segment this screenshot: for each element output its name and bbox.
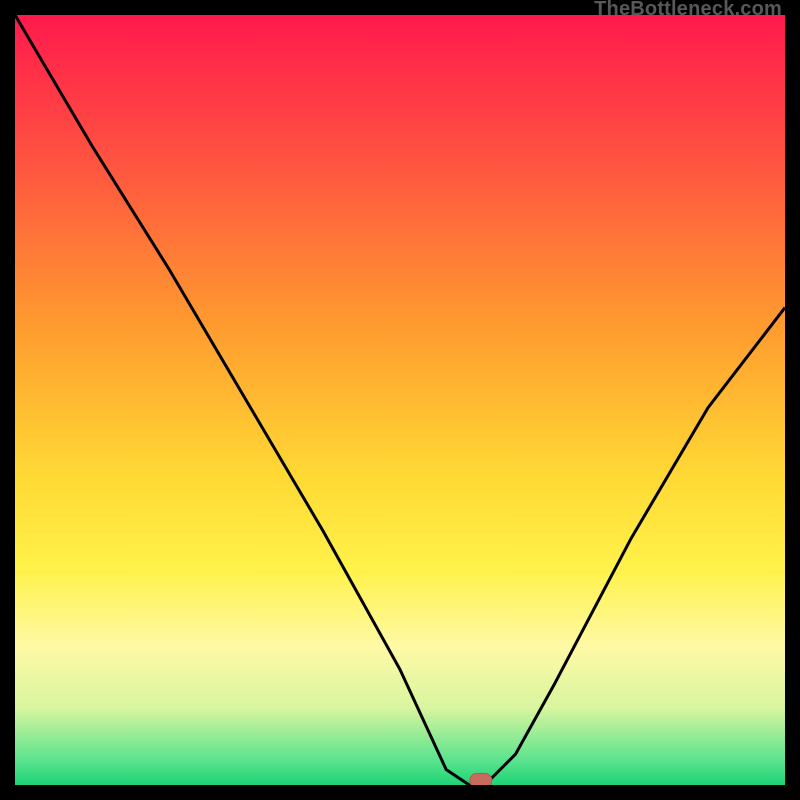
bottleneck-chart	[15, 15, 785, 785]
chart-frame: TheBottleneck.com	[0, 0, 800, 800]
optimum-marker	[470, 773, 492, 785]
watermark-text: TheBottleneck.com	[594, 0, 782, 21]
plot-area	[15, 15, 785, 785]
